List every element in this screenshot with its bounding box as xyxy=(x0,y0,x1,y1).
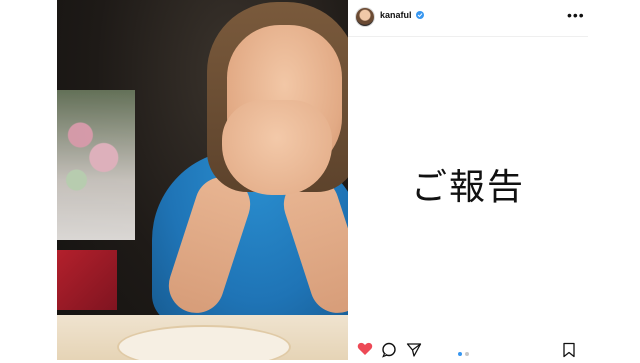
post-photo[interactable] xyxy=(57,0,348,360)
carousel-dots xyxy=(458,352,478,356)
verified-badge-icon xyxy=(416,11,424,19)
username[interactable]: kanaful xyxy=(380,10,412,20)
post-panel: kanaful ••• ご報告 xyxy=(348,0,588,360)
avatar[interactable] xyxy=(356,8,374,26)
more-options-icon[interactable]: ••• xyxy=(567,7,585,23)
post-header: kanaful ••• xyxy=(348,0,588,37)
heart-icon[interactable] xyxy=(357,342,373,361)
carousel-dot-active xyxy=(458,352,462,356)
caption-text: ご報告 xyxy=(410,167,525,208)
person-hands xyxy=(222,100,332,195)
action-bar xyxy=(348,342,588,360)
carousel-dot xyxy=(465,352,469,356)
flower-bouquet xyxy=(57,90,135,240)
gift-box xyxy=(57,250,117,310)
